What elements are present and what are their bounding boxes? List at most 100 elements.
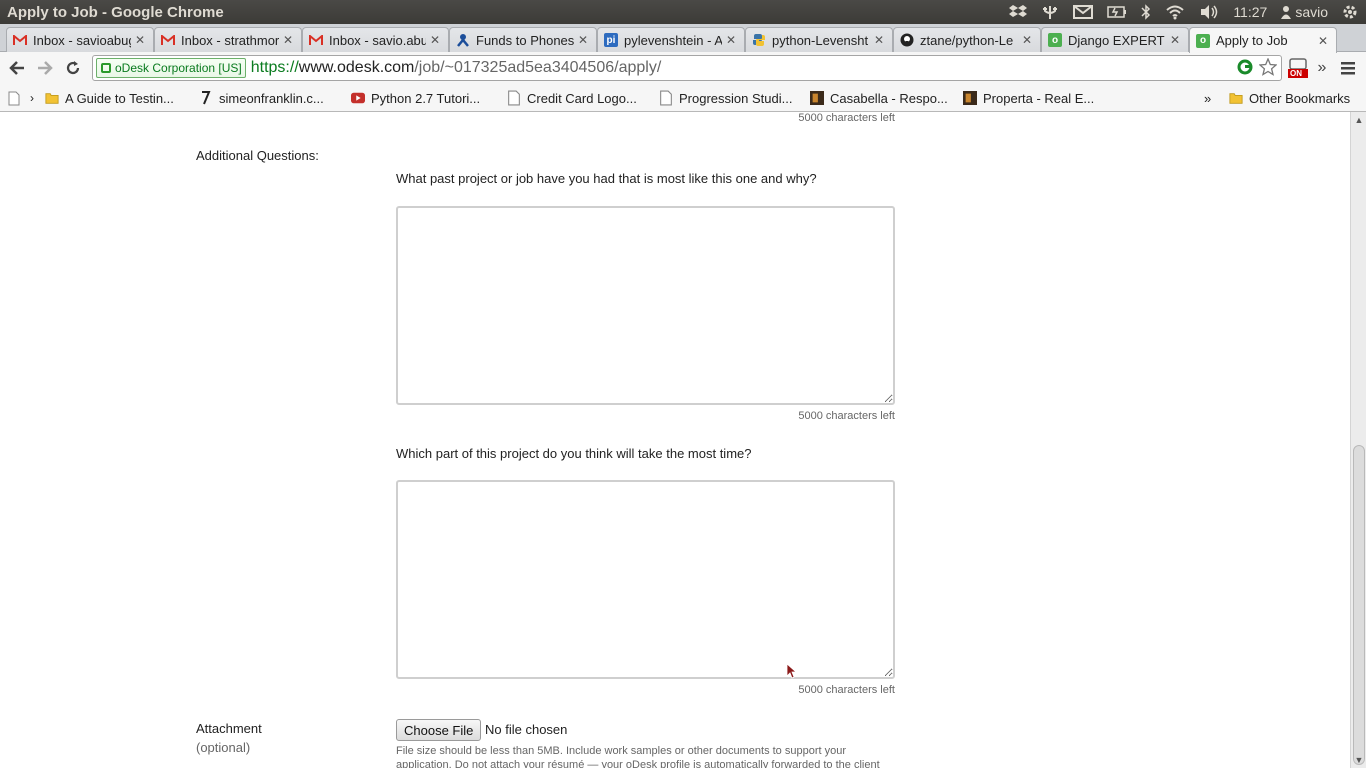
close-icon[interactable]: ✕ xyxy=(1022,33,1034,47)
scroll-up-arrow-icon[interactable]: ▲ xyxy=(1354,115,1364,125)
url-path: /job/~017325ad5ea3404506/apply/ xyxy=(414,59,662,76)
tab-label: pylevenshtein - A xyxy=(624,32,722,48)
bookmarks-overflow-button[interactable]: » xyxy=(1204,88,1211,108)
dropbox-icon[interactable] xyxy=(1009,4,1028,20)
back-button[interactable] xyxy=(5,56,29,80)
tab-label: python-Levensht xyxy=(772,32,869,48)
bookmark-label: Progression Studi... xyxy=(679,90,793,106)
tab-inbox-savio-abug[interactable]: Inbox - savio.abug ✕ xyxy=(302,27,449,52)
page-icon xyxy=(8,91,20,105)
file-status-text: No file chosen xyxy=(485,722,568,737)
ev-certificate-badge[interactable]: oDesk Corporation [US] xyxy=(96,58,246,78)
tab-pylevenshtein[interactable]: pi pylevenshtein - A ✕ xyxy=(597,27,745,52)
network-indicator-icon[interactable] xyxy=(1041,3,1059,21)
forward-arrow-icon xyxy=(38,61,53,75)
question-1-chars-left: 5000 characters left xyxy=(798,410,895,422)
bookmark-label: Python 2.7 Tutori... xyxy=(371,90,481,106)
tab-python-levenshtein[interactable]: python-Levensht ✕ xyxy=(745,27,893,52)
choose-file-button[interactable]: Choose File xyxy=(396,719,482,741)
tab-apply-to-job[interactable]: o Apply to Job ✕ xyxy=(1189,27,1337,53)
bookmark-item[interactable]: Casabella - Respo... xyxy=(810,88,948,108)
tab-label: Inbox - savioabug xyxy=(33,32,131,48)
scrollbar-thumb[interactable] xyxy=(1353,445,1365,765)
tab-label: Inbox - strathmor xyxy=(181,32,279,48)
page-extension-icon[interactable] xyxy=(1237,59,1253,80)
url-scheme: https:// xyxy=(250,59,299,76)
menu-icon xyxy=(1341,62,1355,75)
wifi-icon[interactable] xyxy=(1165,4,1185,20)
window-title: Apply to Job - Google Chrome xyxy=(7,3,224,21)
attachment-label: Attachment xyxy=(196,721,262,736)
bookmark-item[interactable]: Credit Card Logo... xyxy=(507,88,637,108)
tab-label: Inbox - savio.abug xyxy=(329,32,426,48)
question-1-answer[interactable] xyxy=(396,206,895,405)
folder-icon xyxy=(45,93,59,104)
question-2-answer[interactable] xyxy=(396,480,895,679)
gmail-icon xyxy=(13,33,27,47)
mouse-cursor-icon xyxy=(786,663,798,679)
tab-funds-to-phones[interactable]: Funds to Phones · ✕ xyxy=(449,27,597,52)
address-bar[interactable]: oDesk Corporation [US] https://www.odesk… xyxy=(92,55,1282,81)
close-icon[interactable]: ✕ xyxy=(430,33,442,47)
bookmark-item[interactable]: simeonfranklin.c... xyxy=(199,88,324,108)
close-icon[interactable]: ✕ xyxy=(135,33,147,47)
other-bookmarks-folder[interactable]: Other Bookmarks xyxy=(1229,88,1350,108)
close-icon[interactable]: ✕ xyxy=(1318,34,1330,48)
user-icon xyxy=(1281,5,1292,19)
reload-button[interactable] xyxy=(61,56,85,80)
chevron-right-icon: › xyxy=(30,91,34,105)
page-icon xyxy=(508,90,520,106)
bookmark-item[interactable]: A Guide to Testin... xyxy=(45,88,174,108)
bookmark-item[interactable]: Python 2.7 Tutori... xyxy=(351,88,480,108)
odesk-icon: o xyxy=(1196,33,1210,48)
gmail-icon xyxy=(309,33,323,47)
toolbar-overflow-button[interactable]: » xyxy=(1310,56,1334,80)
tab-inbox-strathmor[interactable]: Inbox - strathmor ✕ xyxy=(154,27,302,52)
mail-icon[interactable] xyxy=(1073,5,1094,19)
chars-left-counter: 5000 characters left xyxy=(798,112,895,124)
extension-button[interactable]: ON xyxy=(1286,56,1310,80)
bookmark-item[interactable]: Properta - Real E... xyxy=(963,88,1094,108)
close-icon[interactable]: ✕ xyxy=(578,33,590,47)
tab-django-expert[interactable]: o Django EXPERT r ✕ xyxy=(1041,27,1189,52)
page-vertical-scrollbar[interactable]: ▲ ▼ xyxy=(1350,112,1366,768)
user-name: savio xyxy=(1295,4,1328,20)
bookmarks-bar: › A Guide to Testin... simeonfranklin.c.… xyxy=(0,84,1366,112)
clock[interactable]: 11:27 xyxy=(1233,4,1267,20)
volume-icon[interactable] xyxy=(1199,4,1219,20)
gmail-icon xyxy=(161,33,175,47)
attachment-help-text: File size should be less than 5MB. Inclu… xyxy=(396,745,880,768)
url-host: www.odesk.com xyxy=(298,59,415,76)
battery-icon[interactable] xyxy=(1107,6,1127,18)
bookmark-label: Casabella - Respo... xyxy=(830,90,948,106)
tab-strip: Inbox - savioabug ✕ Inbox - strathmor ✕ … xyxy=(0,24,1366,53)
settings-gear-icon[interactable] xyxy=(1342,4,1358,20)
bookmark-label: simeonfranklin.c... xyxy=(219,90,324,106)
youtube-icon xyxy=(351,92,365,104)
page-icon xyxy=(660,90,672,106)
lock-icon xyxy=(101,63,111,73)
funds-icon xyxy=(456,33,470,47)
chrome-menu-button[interactable] xyxy=(1336,56,1360,80)
bookmark-apps[interactable]: › xyxy=(8,88,34,108)
tab-inbox-savioabug[interactable]: Inbox - savioabug ✕ xyxy=(6,27,154,52)
additional-questions-label: Additional Questions: xyxy=(196,148,319,163)
bluetooth-icon[interactable] xyxy=(1141,4,1151,20)
close-icon[interactable]: ✕ xyxy=(1170,33,1182,47)
bookmark-item[interactable]: Progression Studi... xyxy=(659,88,792,108)
bookmark-star-icon[interactable] xyxy=(1258,57,1278,81)
bookmark-label: Properta - Real E... xyxy=(983,90,1095,106)
reload-icon xyxy=(66,61,80,75)
page-content: 5000 characters left Additional Question… xyxy=(0,112,1350,768)
scroll-down-arrow-icon[interactable]: ▼ xyxy=(1354,755,1364,765)
url-text[interactable]: https://www.odesk.com/job/~017325ad5ea34… xyxy=(251,59,662,77)
close-icon[interactable]: ✕ xyxy=(874,33,886,47)
close-icon[interactable]: ✕ xyxy=(726,33,738,47)
user-menu[interactable]: savio xyxy=(1281,4,1328,20)
close-icon[interactable]: ✕ xyxy=(283,33,295,47)
forward-button[interactable] xyxy=(33,56,57,80)
tab-ztane-python-le[interactable]: ztane/python-Le ✕ xyxy=(893,27,1041,52)
bookmark-label: A Guide to Testin... xyxy=(65,90,174,106)
browser-toolbar: oDesk Corporation [US] https://www.odesk… xyxy=(0,52,1366,84)
tab-label: Apply to Job xyxy=(1216,33,1288,48)
